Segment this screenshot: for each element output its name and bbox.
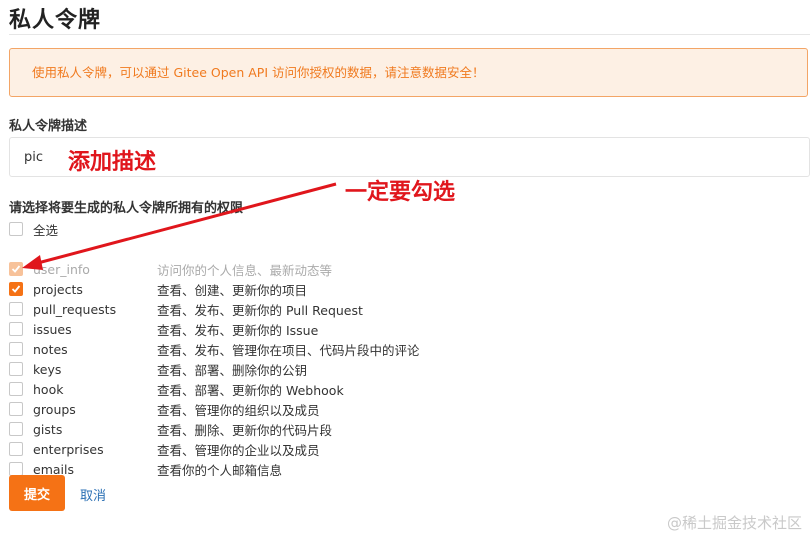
permission-row-issues[interactable]: issues 查看、发布、更新你的 Issue bbox=[9, 319, 529, 339]
select-all-checkbox[interactable] bbox=[9, 222, 23, 236]
permission-row-groups[interactable]: groups 查看、管理你的组织以及成员 bbox=[9, 399, 529, 419]
permission-description: 查看你的个人邮箱信息 bbox=[157, 462, 283, 478]
permission-checkbox-gists[interactable] bbox=[9, 422, 23, 436]
permission-description: 查看、创建、更新你的项目 bbox=[157, 282, 308, 298]
permission-row-emails[interactable]: emails 查看你的个人邮箱信息 bbox=[9, 459, 529, 479]
permission-name: user_info bbox=[33, 261, 90, 277]
annotation-check-note: 一定要勾选 bbox=[345, 180, 456, 205]
permission-name: notes bbox=[33, 341, 68, 357]
permission-row-keys[interactable]: keys 查看、部署、删除你的公钥 bbox=[9, 359, 529, 379]
permission-checkbox-projects[interactable] bbox=[9, 282, 23, 296]
permission-description: 访问你的个人信息、最新动态等 bbox=[157, 262, 333, 278]
permission-name: projects bbox=[33, 281, 83, 297]
permission-row-enterprises[interactable]: enterprises 查看、管理你的企业以及成员 bbox=[9, 439, 529, 459]
permission-name: enterprises bbox=[33, 441, 104, 457]
permission-row-hook[interactable]: hook 查看、部署、更新你的 Webhook bbox=[9, 379, 529, 399]
permission-name: pull_requests bbox=[33, 301, 117, 317]
permission-row-projects[interactable]: projects 查看、创建、更新你的项目 bbox=[9, 279, 529, 299]
checkmark-icon bbox=[11, 265, 21, 273]
permission-description: 查看、部署、更新你的 Webhook bbox=[157, 382, 344, 398]
permission-checkbox-user-info bbox=[9, 262, 23, 276]
permission-checkbox-hook[interactable] bbox=[9, 382, 23, 396]
permission-checkbox-enterprises[interactable] bbox=[9, 442, 23, 456]
permission-checkbox-emails[interactable] bbox=[9, 462, 23, 476]
permission-description: 查看、发布、更新你的 Issue bbox=[157, 322, 319, 338]
permission-description: 查看、部署、删除你的公钥 bbox=[157, 362, 308, 378]
permission-description: 查看、删除、更新你的代码片段 bbox=[157, 422, 333, 438]
description-label: 私人令牌描述 bbox=[9, 119, 88, 134]
permission-name: issues bbox=[33, 321, 72, 337]
permission-name: gists bbox=[33, 421, 63, 437]
permission-description: 查看、发布、管理你在项目、代码片段中的评论 bbox=[157, 342, 420, 358]
watermark: @稀土掘金技术社区 bbox=[666, 514, 802, 532]
permission-description: 查看、发布、更新你的 Pull Request bbox=[157, 302, 363, 318]
permission-row-gists[interactable]: gists 查看、删除、更新你的代码片段 bbox=[9, 419, 529, 439]
permission-description: 查看、管理你的组织以及成员 bbox=[157, 402, 320, 418]
permission-checkbox-keys[interactable] bbox=[9, 362, 23, 376]
permission-row-notes[interactable]: notes 查看、发布、管理你在项目、代码片段中的评论 bbox=[9, 339, 529, 359]
permission-checkbox-groups[interactable] bbox=[9, 402, 23, 416]
select-all-row[interactable]: 全选 bbox=[9, 219, 529, 239]
permission-row-user-info[interactable]: user_info 访问你的个人信息、最新动态等 bbox=[9, 259, 529, 279]
permission-description: 查看、管理你的企业以及成员 bbox=[157, 442, 320, 458]
submit-button[interactable]: 提交 bbox=[9, 475, 65, 511]
permission-name: groups bbox=[33, 401, 76, 417]
permission-name: hook bbox=[33, 381, 64, 397]
permission-name: keys bbox=[33, 361, 62, 377]
cancel-link[interactable]: 取消 bbox=[80, 485, 106, 504]
permission-row-pull-requests[interactable]: pull_requests 查看、发布、更新你的 Pull Request bbox=[9, 299, 529, 319]
checkmark-icon bbox=[11, 285, 21, 293]
select-all-label: 全选 bbox=[33, 222, 59, 238]
permission-checkbox-issues[interactable] bbox=[9, 322, 23, 336]
permissions-label: 请选择将要生成的私人令牌所拥有的权限 bbox=[9, 201, 244, 216]
security-alert: 使用私人令牌，可以通过 Gitee Open API 访问你授权的数据，请注意数… bbox=[9, 48, 808, 97]
page-title: 私人令牌 bbox=[9, 8, 102, 33]
permission-checkbox-pull-requests[interactable] bbox=[9, 302, 23, 316]
permission-checkbox-notes[interactable] bbox=[9, 342, 23, 356]
annotation-description-note: 添加描述 bbox=[68, 150, 157, 175]
title-divider bbox=[9, 34, 810, 35]
